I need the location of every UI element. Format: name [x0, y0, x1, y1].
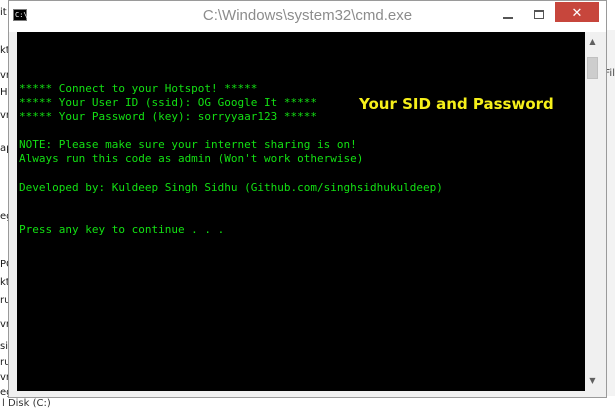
minimize-icon: [503, 17, 513, 19]
console-line: ***** Connect to your Hotspot! *****: [19, 82, 258, 95]
console-line: Press any key to continue . . .: [19, 222, 225, 236]
console-line: Developed by: Kuldeep Singh Sidhu (Githu…: [19, 180, 443, 194]
background-explorer-right: [606, 30, 615, 400]
maximize-button[interactable]: [526, 5, 552, 27]
scrollbar-thumb[interactable]: [587, 57, 598, 79]
vertical-scrollbar[interactable]: ▲ ▼: [585, 32, 600, 391]
scroll-down-arrow-icon[interactable]: ▼: [585, 373, 600, 389]
close-button[interactable]: ✕: [555, 2, 599, 22]
background-left-fragment: it: [0, 7, 7, 18]
console-line: NOTE: Please make sure your internet sha…: [19, 138, 357, 152]
title-bar[interactable]: C:\ C:\Windows\system32\cmd.exe ✕: [9, 1, 606, 32]
close-icon: ✕: [571, 6, 583, 21]
cmd-window: C:\ C:\Windows\system32\cmd.exe ✕ ***** …: [8, 0, 607, 398]
minimize-button[interactable]: [495, 5, 521, 27]
maximize-icon: [534, 10, 544, 19]
console-output[interactable]: ***** Connect to your Hotspot! ***** ****…: [17, 32, 585, 391]
window-bottom-border: [9, 391, 606, 397]
background-left-fragment: si: [0, 341, 8, 352]
background-drive-label: l Disk (C:): [2, 398, 51, 409]
scroll-up-arrow-icon[interactable]: ▲: [585, 34, 600, 50]
console-line: Always run this code as admin (Won't wor…: [19, 152, 364, 166]
sid-password-annotation: Your SID and Password: [359, 95, 554, 113]
